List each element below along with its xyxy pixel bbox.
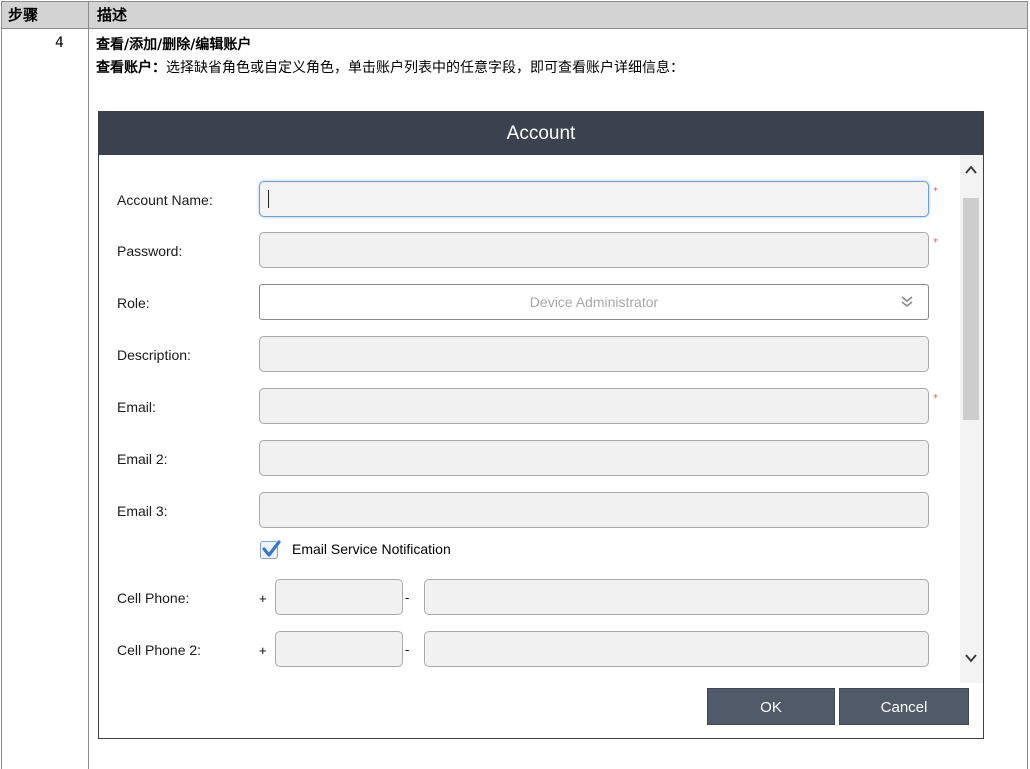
table-column-divider	[88, 1, 89, 769]
password-input[interactable]	[259, 232, 929, 268]
scrollbar-thumb[interactable]	[963, 198, 979, 420]
phone2-dash: -	[405, 642, 410, 657]
step-intro: 查看账户：选择缺省角色或自定义角色，单击账户列表中的任意字段，即可查看账户详细信…	[96, 57, 684, 77]
step-number: 4	[55, 35, 64, 51]
phone2-plus-sign: +	[259, 643, 267, 658]
step-title: 查看/添加/删除/编辑账户	[96, 37, 252, 53]
cell-phone-country-code-input[interactable]	[275, 579, 403, 615]
required-marker: *	[933, 186, 938, 197]
email3-label: Email 3:	[117, 503, 168, 519]
email-label: Email:	[117, 399, 156, 415]
checkmark-icon	[262, 540, 281, 557]
role-label: Role:	[117, 295, 150, 311]
cell-phone-label: Cell Phone:	[117, 590, 190, 606]
account-dialog: Account Account Name: * Password: * Role…	[98, 111, 984, 739]
cell-phone-number-input[interactable]	[424, 579, 929, 615]
account-name-label: Account Name:	[117, 192, 213, 208]
table-header-row: 步骤 描述	[1, 1, 1028, 29]
email3-input[interactable]	[259, 492, 929, 528]
email2-input[interactable]	[259, 440, 929, 476]
required-marker: *	[933, 393, 938, 404]
dialog-title: Account	[99, 112, 983, 155]
role-select[interactable]: Device Administrator	[259, 284, 929, 320]
double-chevron-down-icon	[901, 296, 913, 308]
phone-dash: -	[405, 590, 410, 605]
ok-button[interactable]: OK	[707, 688, 835, 725]
required-marker: *	[933, 237, 938, 248]
intro-text: 选择缺省角色或自定义角色，单击账户列表中的任意字段，即可查看账户详细信息：	[166, 60, 684, 76]
header-description: 描述	[97, 6, 128, 24]
email-input[interactable]	[259, 388, 929, 424]
email2-label: Email 2:	[117, 451, 168, 467]
chevron-up-icon[interactable]	[963, 162, 979, 178]
text-caret	[268, 190, 269, 208]
password-label: Password:	[117, 243, 183, 259]
description-input[interactable]	[259, 336, 929, 372]
account-name-input[interactable]	[259, 181, 929, 217]
header-step: 步骤	[8, 6, 39, 24]
email-notification-checkbox[interactable]	[260, 540, 281, 559]
chevron-down-icon[interactable]	[963, 650, 979, 666]
cancel-button[interactable]: Cancel	[839, 688, 969, 725]
cell-phone2-label: Cell Phone 2:	[117, 642, 202, 658]
role-select-value: Device Administrator	[529, 294, 659, 310]
phone-plus-sign: +	[259, 591, 267, 606]
intro-bold: 查看账户：	[96, 60, 166, 76]
table-border-left	[1, 29, 2, 769]
cell-phone2-country-code-input[interactable]	[275, 631, 403, 667]
table-border-right	[1027, 29, 1028, 769]
email-notification-label: Email Service Notification	[292, 541, 451, 557]
description-label: Description:	[117, 347, 191, 363]
cell-phone2-number-input[interactable]	[424, 631, 929, 667]
